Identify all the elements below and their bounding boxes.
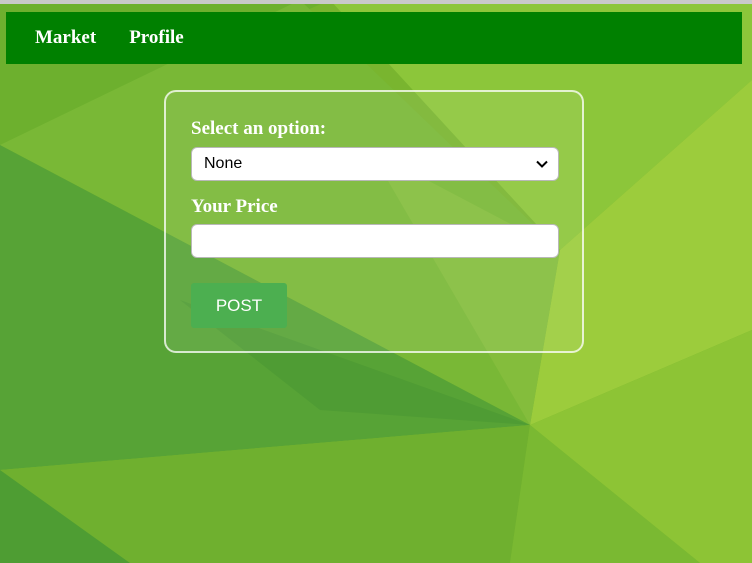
post-button[interactable]: POST [191,283,287,328]
top-border [0,0,752,4]
option-select-value: None [204,155,243,172]
navbar: Market Profile [6,12,742,64]
price-label: Your Price [191,196,278,217]
nav-link-market[interactable]: Market [35,12,96,64]
option-label: Select an option: [191,118,327,139]
chevron-down-icon [535,157,549,171]
post-form: Select an option: None Your Price POST [164,90,584,353]
nav-link-profile[interactable]: Profile [129,12,184,64]
price-input[interactable] [191,224,559,258]
option-select[interactable]: None [191,147,559,181]
